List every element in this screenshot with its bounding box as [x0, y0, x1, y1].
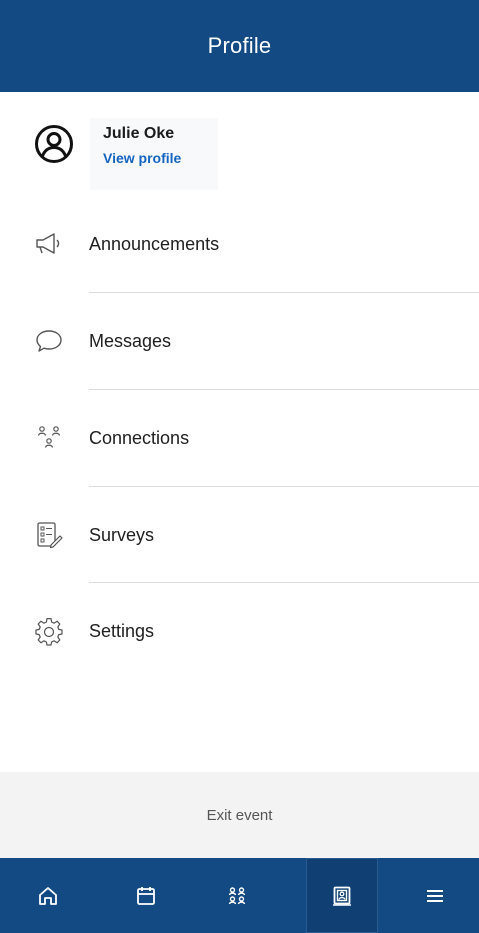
menu-item-label: Surveys	[89, 525, 155, 545]
menu-item-label: Messages	[89, 331, 172, 351]
exit-event-button[interactable]: Exit event	[0, 772, 479, 858]
bottom-nav	[0, 858, 479, 933]
people-icon	[228, 886, 246, 904]
nav-menu[interactable]	[399, 858, 471, 933]
menu-item-label: Announcements	[89, 234, 220, 254]
user-circle-icon	[35, 125, 73, 163]
profile-name: Julie Oke	[103, 125, 175, 142]
nav-people[interactable]	[201, 858, 273, 933]
profile-badge-icon	[333, 886, 351, 906]
survey-clipboard-icon	[37, 522, 63, 549]
chat-bubble-icon	[36, 330, 62, 352]
app-header: Profile	[0, 0, 479, 92]
nav-profile[interactable]	[306, 858, 378, 933]
hamburger-menu-icon	[427, 889, 443, 902]
nav-home[interactable]	[12, 858, 84, 933]
page-title: Profile	[207, 33, 272, 58]
gear-icon	[35, 618, 63, 646]
menu-item-messages[interactable]: Messages	[0, 293, 479, 389]
home-icon	[39, 886, 57, 905]
menu-item-label: Settings	[89, 621, 155, 641]
exit-event-label: Exit event	[206, 806, 273, 824]
nav-calendar[interactable]	[110, 858, 182, 933]
menu-item-settings[interactable]: Settings	[0, 583, 479, 679]
menu-item-connections[interactable]: Connections	[0, 390, 479, 486]
calendar-icon	[137, 886, 155, 905]
view-profile-link[interactable]: View profile	[103, 150, 181, 166]
menu-item-label: Connections	[89, 428, 190, 448]
megaphone-icon	[36, 233, 60, 254]
menu-item-announcements[interactable]: Announcements	[0, 196, 479, 292]
menu-item-surveys[interactable]: Surveys	[0, 487, 479, 583]
people-network-icon	[37, 426, 61, 448]
